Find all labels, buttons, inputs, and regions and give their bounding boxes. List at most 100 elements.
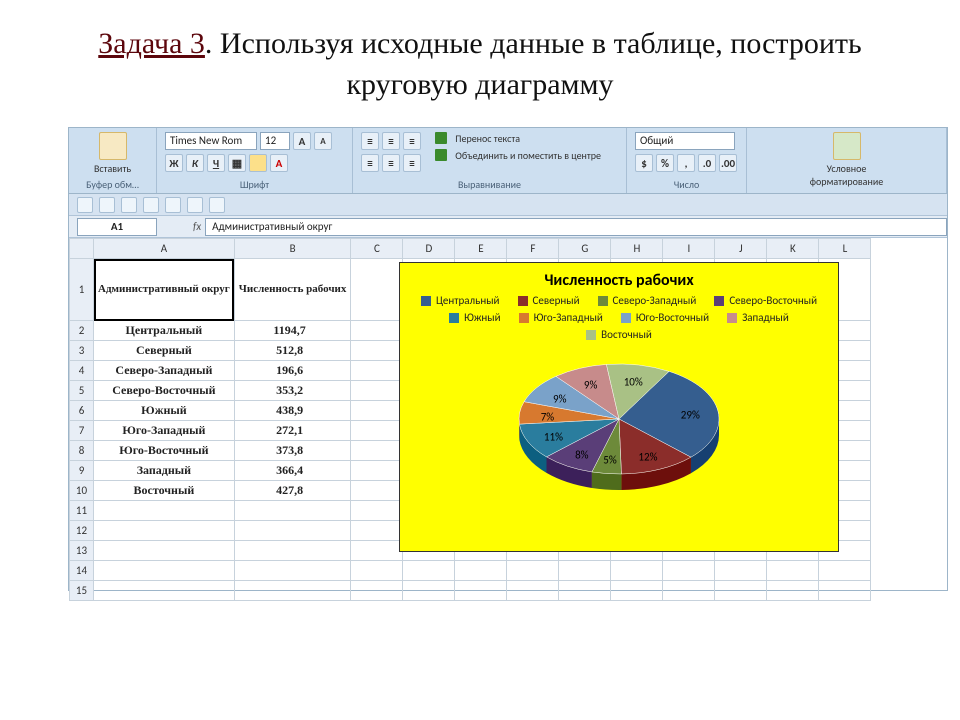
cell[interactable]: 427,8 (234, 481, 351, 501)
align-top-button[interactable]: ≡ (361, 132, 379, 150)
inc-decimal-button[interactable]: .0 (698, 154, 716, 172)
cell[interactable]: Западный (94, 461, 235, 481)
col-header[interactable]: G (559, 239, 611, 259)
col-header[interactable]: A (94, 239, 235, 259)
col-header[interactable]: I (663, 239, 715, 259)
col-header[interactable]: E (455, 239, 507, 259)
cell[interactable] (351, 321, 403, 341)
underline-button[interactable]: Ч (207, 154, 225, 172)
worksheet[interactable]: ABCDEFGHIJKL1Административный округЧисле… (69, 238, 947, 590)
cell[interactable] (94, 521, 235, 541)
cell[interactable] (403, 581, 455, 601)
cell[interactable]: Юго-Западный (94, 421, 235, 441)
cell[interactable] (819, 581, 871, 601)
name-box[interactable]: A1 (77, 218, 157, 236)
conditional-fmt-button[interactable]: Условное форматирование (792, 162, 902, 188)
align-center-button[interactable]: ≡ (382, 154, 400, 172)
row-header[interactable]: 9 (70, 461, 94, 481)
cell[interactable]: Северо-Восточный (94, 381, 235, 401)
cell[interactable] (234, 541, 351, 561)
cell[interactable] (663, 581, 715, 601)
row-header[interactable]: 10 (70, 481, 94, 501)
cell[interactable] (351, 341, 403, 361)
cell[interactable] (351, 581, 403, 601)
col-header[interactable]: L (819, 239, 871, 259)
cell[interactable] (234, 561, 351, 581)
cell[interactable] (507, 581, 559, 601)
font-color-button[interactable]: A (270, 154, 288, 172)
qat-new-button[interactable] (187, 197, 203, 213)
cell[interactable] (559, 581, 611, 601)
italic-button[interactable]: К (186, 154, 204, 172)
col-header[interactable]: J (715, 239, 767, 259)
cell[interactable]: 1194,7 (234, 321, 351, 341)
cell[interactable] (507, 561, 559, 581)
cell[interactable]: Северный (94, 341, 235, 361)
cell[interactable] (819, 561, 871, 581)
cell[interactable]: 272,1 (234, 421, 351, 441)
row-header[interactable]: 11 (70, 501, 94, 521)
row-header[interactable]: 12 (70, 521, 94, 541)
col-header[interactable]: F (507, 239, 559, 259)
cell[interactable] (455, 561, 507, 581)
cell[interactable]: Административный округ (94, 259, 235, 321)
cell[interactable] (94, 501, 235, 521)
number-format-select[interactable]: Общий (635, 132, 735, 150)
currency-button[interactable]: $ (635, 154, 653, 172)
cell[interactable] (351, 541, 403, 561)
cell[interactable]: 366,4 (234, 461, 351, 481)
cell[interactable]: 373,8 (234, 441, 351, 461)
cell[interactable]: 438,9 (234, 401, 351, 421)
cell[interactable] (351, 521, 403, 541)
col-header[interactable]: B (234, 239, 351, 259)
cell[interactable] (234, 501, 351, 521)
cell[interactable] (351, 421, 403, 441)
font-name-select[interactable]: Times New Rom (165, 132, 257, 150)
cell[interactable] (611, 581, 663, 601)
cell[interactable] (94, 561, 235, 581)
cell[interactable] (351, 561, 403, 581)
merge-center-button[interactable]: Объединить и поместить в центре (435, 149, 601, 162)
cell[interactable] (94, 541, 235, 561)
align-left-button[interactable]: ≡ (361, 154, 379, 172)
col-header[interactable]: D (403, 239, 455, 259)
align-middle-button[interactable]: ≡ (382, 132, 400, 150)
cell[interactable]: Численность рабочих (234, 259, 351, 321)
row-header[interactable]: 5 (70, 381, 94, 401)
qat-redo-button[interactable] (121, 197, 137, 213)
qat-undo-button[interactable] (99, 197, 115, 213)
cell[interactable] (403, 561, 455, 581)
col-header[interactable]: C (351, 239, 403, 259)
row-header[interactable]: 15 (70, 581, 94, 601)
cell[interactable] (351, 401, 403, 421)
percent-button[interactable]: % (656, 154, 674, 172)
cell[interactable] (715, 561, 767, 581)
comma-button[interactable]: , (677, 154, 695, 172)
formula-input[interactable]: Административный округ (205, 218, 947, 236)
cell[interactable] (234, 521, 351, 541)
row-header[interactable]: 7 (70, 421, 94, 441)
qat-open-button[interactable] (209, 197, 225, 213)
cell[interactable] (663, 561, 715, 581)
cell[interactable]: 512,8 (234, 341, 351, 361)
wrap-text-button[interactable]: Перенос текста (435, 132, 601, 145)
row-header[interactable]: 1 (70, 259, 94, 321)
cell[interactable] (234, 581, 351, 601)
paste-icon[interactable] (99, 132, 127, 160)
cell[interactable] (559, 561, 611, 581)
row-header[interactable]: 2 (70, 321, 94, 341)
bold-button[interactable]: Ж (165, 154, 183, 172)
align-bottom-button[interactable]: ≡ (403, 132, 421, 150)
cell[interactable] (611, 561, 663, 581)
row-header[interactable]: 3 (70, 341, 94, 361)
row-header[interactable]: 8 (70, 441, 94, 461)
cell[interactable] (455, 581, 507, 601)
fx-icon[interactable]: fx (193, 220, 201, 233)
cell[interactable]: Юго-Восточный (94, 441, 235, 461)
cell[interactable]: 196,6 (234, 361, 351, 381)
qat-print-button[interactable] (143, 197, 159, 213)
cell[interactable]: 353,2 (234, 381, 351, 401)
cell[interactable]: Восточный (94, 481, 235, 501)
cell[interactable] (351, 441, 403, 461)
align-right-button[interactable]: ≡ (403, 154, 421, 172)
